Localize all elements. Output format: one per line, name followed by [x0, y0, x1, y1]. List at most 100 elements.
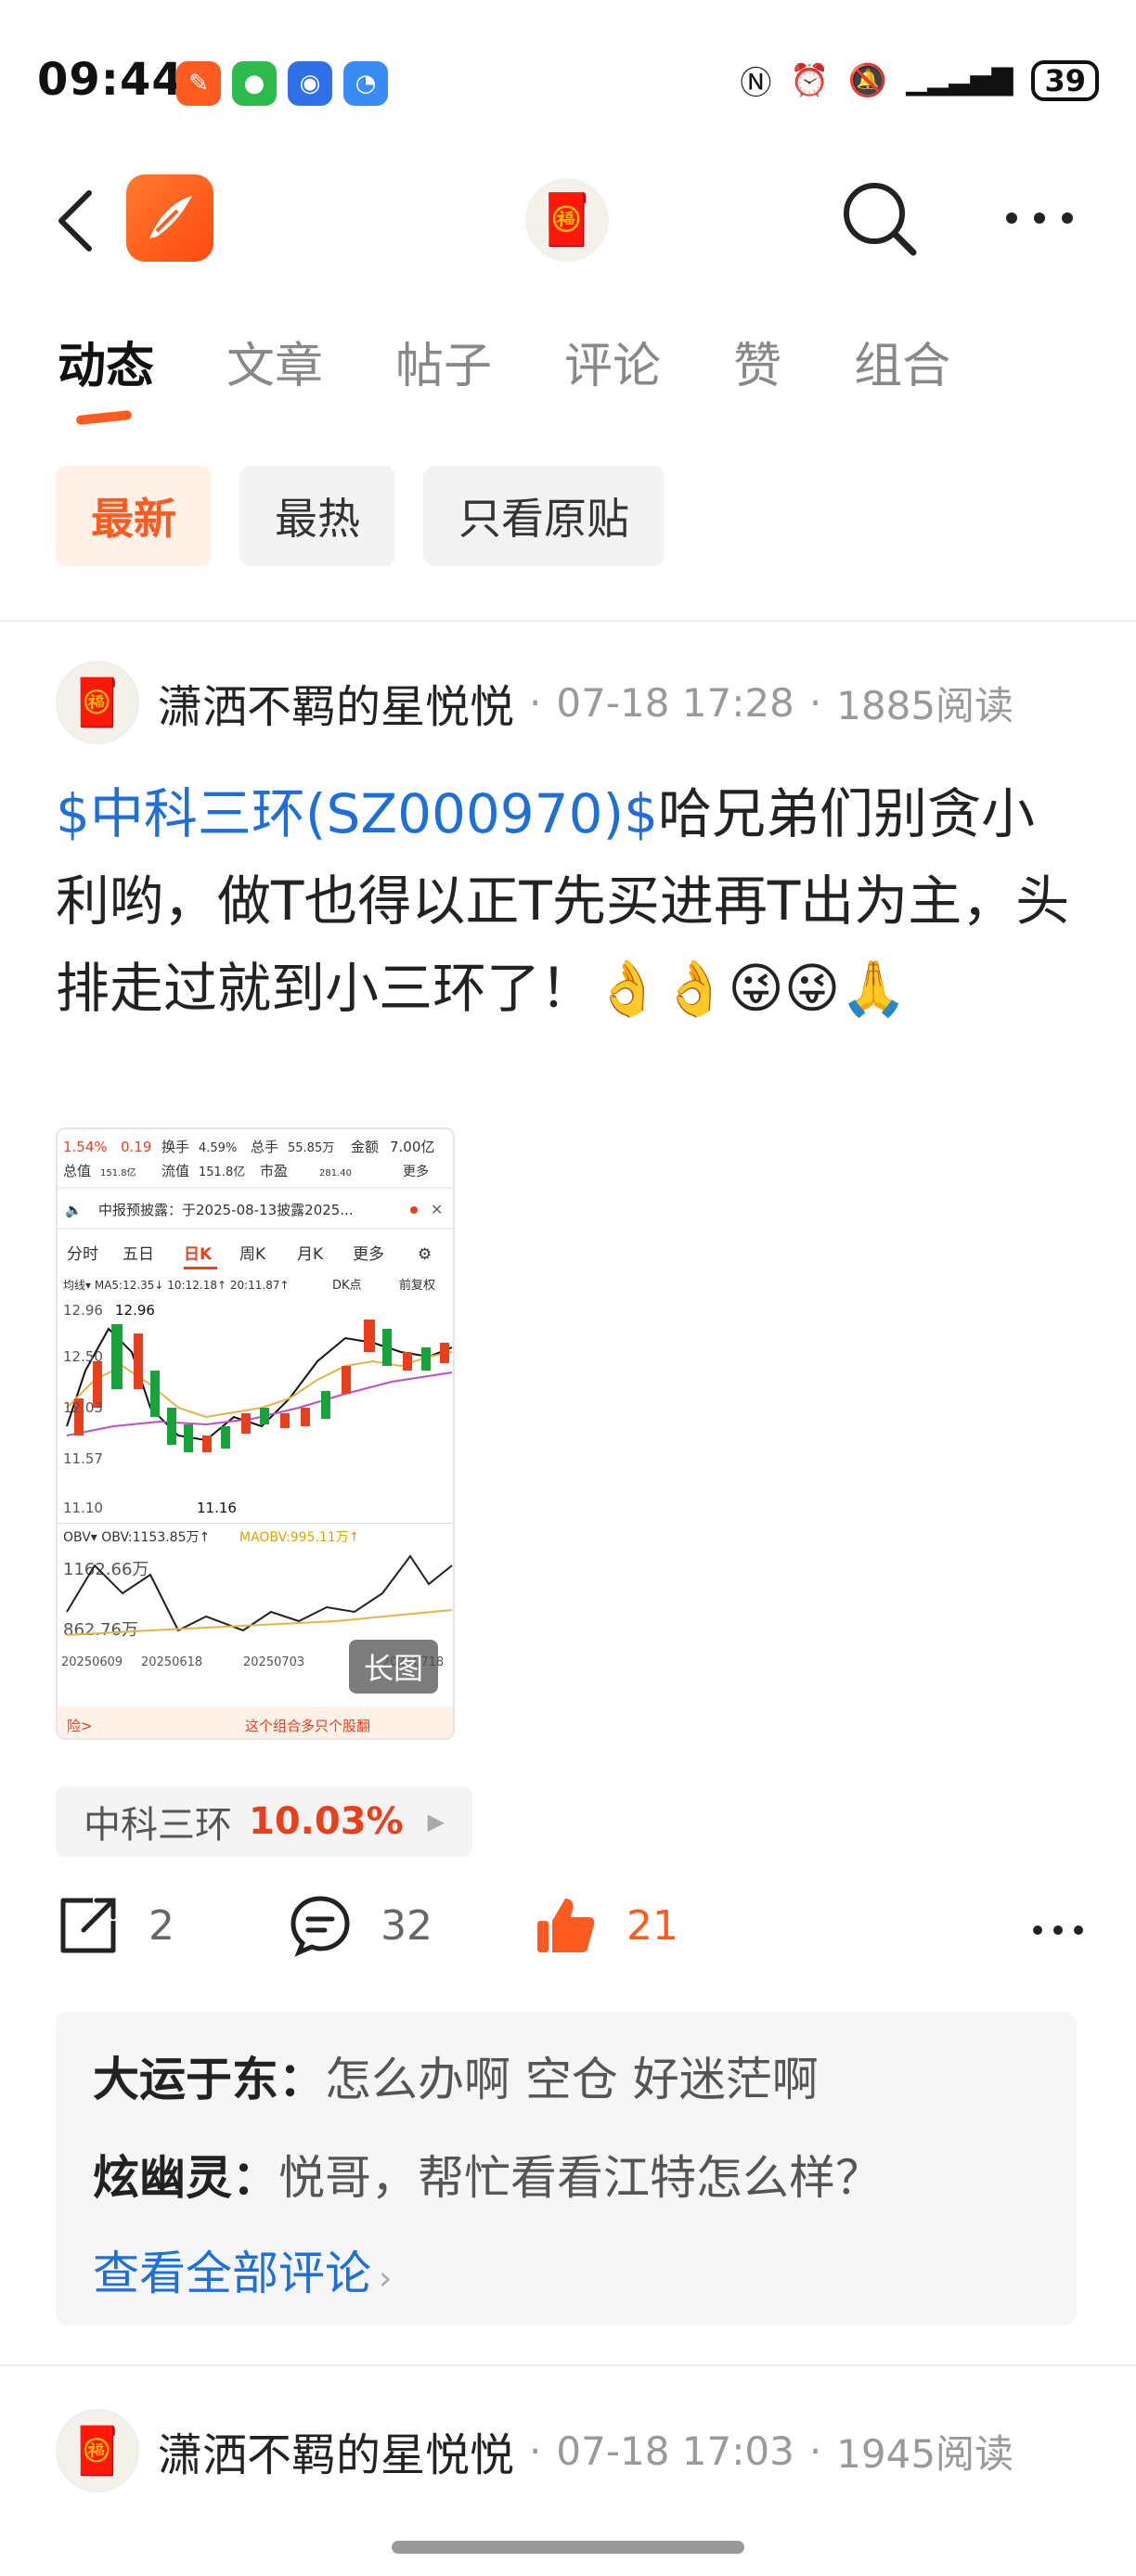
author-name[interactable]: 潇洒不羁的星悦悦: [158, 670, 514, 735]
share-count: 2: [148, 1901, 174, 1950]
filter-hottest[interactable]: 最热: [239, 466, 395, 566]
thumb-pe: 281.40: [319, 1168, 352, 1179]
tab-articles[interactable]: 文章: [226, 327, 323, 396]
meta-dot: ·: [529, 679, 542, 726]
mute-icon: 🔕: [847, 61, 888, 99]
status-icons: Ⓝ ⏰ 🔕 ▁▂▃▅▇ 39: [740, 58, 1099, 103]
thumb-float-label: 流值: [161, 1163, 189, 1179]
long-image-badge: 长图: [348, 1640, 438, 1694]
profile-tabs: 动态 文章 帖子 评论 赞 组合: [58, 327, 1023, 426]
top-nav: 🧧: [0, 158, 1136, 278]
caishen-avatar-icon: 🧧: [536, 190, 599, 249]
stock-link[interactable]: $中科三环(SZ000970)$: [56, 782, 658, 845]
chevron-right-icon: ›: [379, 2260, 393, 2298]
nfc-icon: Ⓝ: [740, 65, 772, 102]
thumb-period: 更多: [353, 1245, 384, 1264]
like-button[interactable]: 21: [534, 1893, 678, 1958]
thumb-amount-label: 金额: [351, 1139, 379, 1155]
search-icon[interactable]: [835, 174, 924, 264]
thumb-period-active: 日K: [184, 1245, 213, 1264]
filter-original-only[interactable]: 只看原贴: [423, 466, 665, 566]
status-bar: 09:44 ✎ ● ◉ ◔ Ⓝ ⏰ 🔕 ▁▂▃▅▇ 39: [0, 0, 1136, 158]
divider: [0, 620, 1136, 622]
share-button[interactable]: 2: [56, 1893, 174, 1958]
author-name[interactable]: 潇洒不羁的星悦悦: [158, 2418, 514, 2483]
thumb-mktcap: 151.8亿: [100, 1166, 136, 1179]
thumb-turnover: 4.59%: [199, 1141, 237, 1155]
comment-count: 32: [381, 1901, 432, 1950]
thumb-notice-dot: [410, 1206, 418, 1214]
tab-posts[interactable]: 帖子: [395, 327, 492, 396]
author-avatar[interactable]: 🧧: [56, 661, 139, 744]
tab-portfolios[interactable]: 组合: [854, 327, 950, 396]
thumb-footer-right: 这个组合多只个股翻: [245, 1718, 370, 1734]
thumb-ma-line: 均线▾ MA5:12.35↓ 10:12.18↑ 20:11.87↑: [63, 1279, 290, 1292]
thumb-ytick: 12.03: [63, 1399, 103, 1416]
thumb-period: 周K: [239, 1245, 266, 1264]
comment-text: 悦哥，帮忙看看江特怎么样？: [278, 2151, 882, 2205]
divider: [0, 2364, 1136, 2366]
caishen-avatar-icon: 🧧: [68, 2423, 127, 2478]
thumb-dk: DK点: [332, 1279, 362, 1293]
comment-icon: [290, 1896, 350, 1957]
thumb-ytick: 12.50: [63, 1348, 103, 1365]
user-avatar-center[interactable]: 🧧: [525, 178, 609, 262]
thumb-notice: 中报预披露：于2025-08-13披露2025...: [98, 1202, 354, 1218]
comment-user[interactable]: 大运于东：: [93, 2053, 325, 2106]
logo-feather-icon: [149, 196, 192, 238]
post-actions: 2 32 21: [56, 1893, 1086, 1977]
post-reads: 1885阅读: [836, 682, 1014, 728]
post-more-icon[interactable]: [1030, 1921, 1086, 1939]
message-icon: ◔: [343, 61, 388, 106]
author-avatar[interactable]: 🧧: [56, 2409, 139, 2492]
comment-button[interactable]: 32: [288, 1893, 432, 1958]
thumb-ytick: 11.10: [63, 1500, 103, 1516]
thumb-settings-icon: ⚙: [418, 1245, 432, 1264]
thumb-mktcap-label: 总值: [63, 1163, 91, 1179]
home-indicator[interactable]: [392, 2541, 744, 2554]
post-datetime: 07-18 17:28: [556, 679, 794, 726]
thumb-date: 20250609: [61, 1655, 123, 1669]
thumb-price-hi: 12.96: [63, 1302, 103, 1319]
meta-dot: ·: [529, 2428, 542, 2474]
battery-icon: 39: [1031, 59, 1099, 101]
back-arrow-icon[interactable]: [52, 184, 108, 258]
share-icon: [60, 1898, 116, 1953]
thumb-float: 151.8亿: [199, 1166, 245, 1179]
post-header: 🧧 潇洒不羁的星悦悦 · 07-18 17:28 · 1885阅读: [56, 661, 1013, 744]
contacts-icon: ◉: [288, 61, 332, 106]
app-logo[interactable]: [126, 174, 213, 262]
thumb-period: 月K: [297, 1245, 324, 1264]
app-notification-icon: ✎: [176, 61, 221, 106]
post-body[interactable]: $中科三环(SZ000970)$哈兄弟们别贪小利哟，做T也得以正T先买进再T出为…: [56, 770, 1086, 1032]
thumb-date: 20250703: [243, 1655, 304, 1669]
thumb-vol-label: 总手: [251, 1139, 278, 1155]
more-menu-icon[interactable]: [1002, 204, 1077, 232]
wechat-icon: ●: [232, 61, 277, 106]
thumb-vol: 55.85万: [288, 1141, 334, 1155]
comment-item[interactable]: 大运于东：怎么办啊 空仓 好迷茫啊: [93, 2030, 1039, 2129]
thumb-speaker-icon: 🔈: [65, 1202, 83, 1218]
tab-dynamic[interactable]: 动态: [58, 327, 154, 426]
tab-active-indicator: [75, 409, 133, 426]
thumb-turnover-label: 换手: [161, 1139, 189, 1155]
thumb-obv-line: OBV▾ OBV:1153.85万↑: [63, 1530, 210, 1545]
comments-preview: 大运于东：怎么办啊 空仓 好迷茫啊 炫幽灵：悦哥，帮忙看看江特怎么样？ 查看全部…: [56, 2012, 1077, 2325]
chevron-right-icon: ▶: [427, 1809, 445, 1835]
stock-chip[interactable]: 中科三环 10.03% ▶: [56, 1786, 473, 1857]
filter-chips: 最新 最热 只看原贴: [56, 466, 665, 566]
post-image-stock-chart[interactable]: 1.54% 0.19 换手 4.59% 总手 55.85万 金额 7.00亿 总…: [56, 1127, 455, 1740]
tab-likes[interactable]: 赞: [733, 327, 781, 396]
view-all-comments-link[interactable]: 查看全部评论 ›: [93, 2227, 1039, 2325]
filter-latest[interactable]: 最新: [56, 466, 212, 566]
thumb-chg: 0.19: [121, 1139, 151, 1155]
thumb-footer-left: 险>: [67, 1718, 93, 1734]
thumb-low-marker: 11.16: [197, 1500, 237, 1516]
tab-comments[interactable]: 评论: [564, 327, 661, 396]
comment-item[interactable]: 炫幽灵：悦哥，帮忙看看江特怎么样？: [93, 2129, 1039, 2227]
stock-chip-pct: 10.03%: [249, 1800, 404, 1843]
thumb-price-marker: 12.96: [115, 1302, 155, 1319]
meta-dot: ·: [808, 679, 822, 726]
comment-user[interactable]: 炫幽灵：: [93, 2151, 278, 2205]
caishen-avatar-icon: 🧧: [68, 675, 127, 729]
